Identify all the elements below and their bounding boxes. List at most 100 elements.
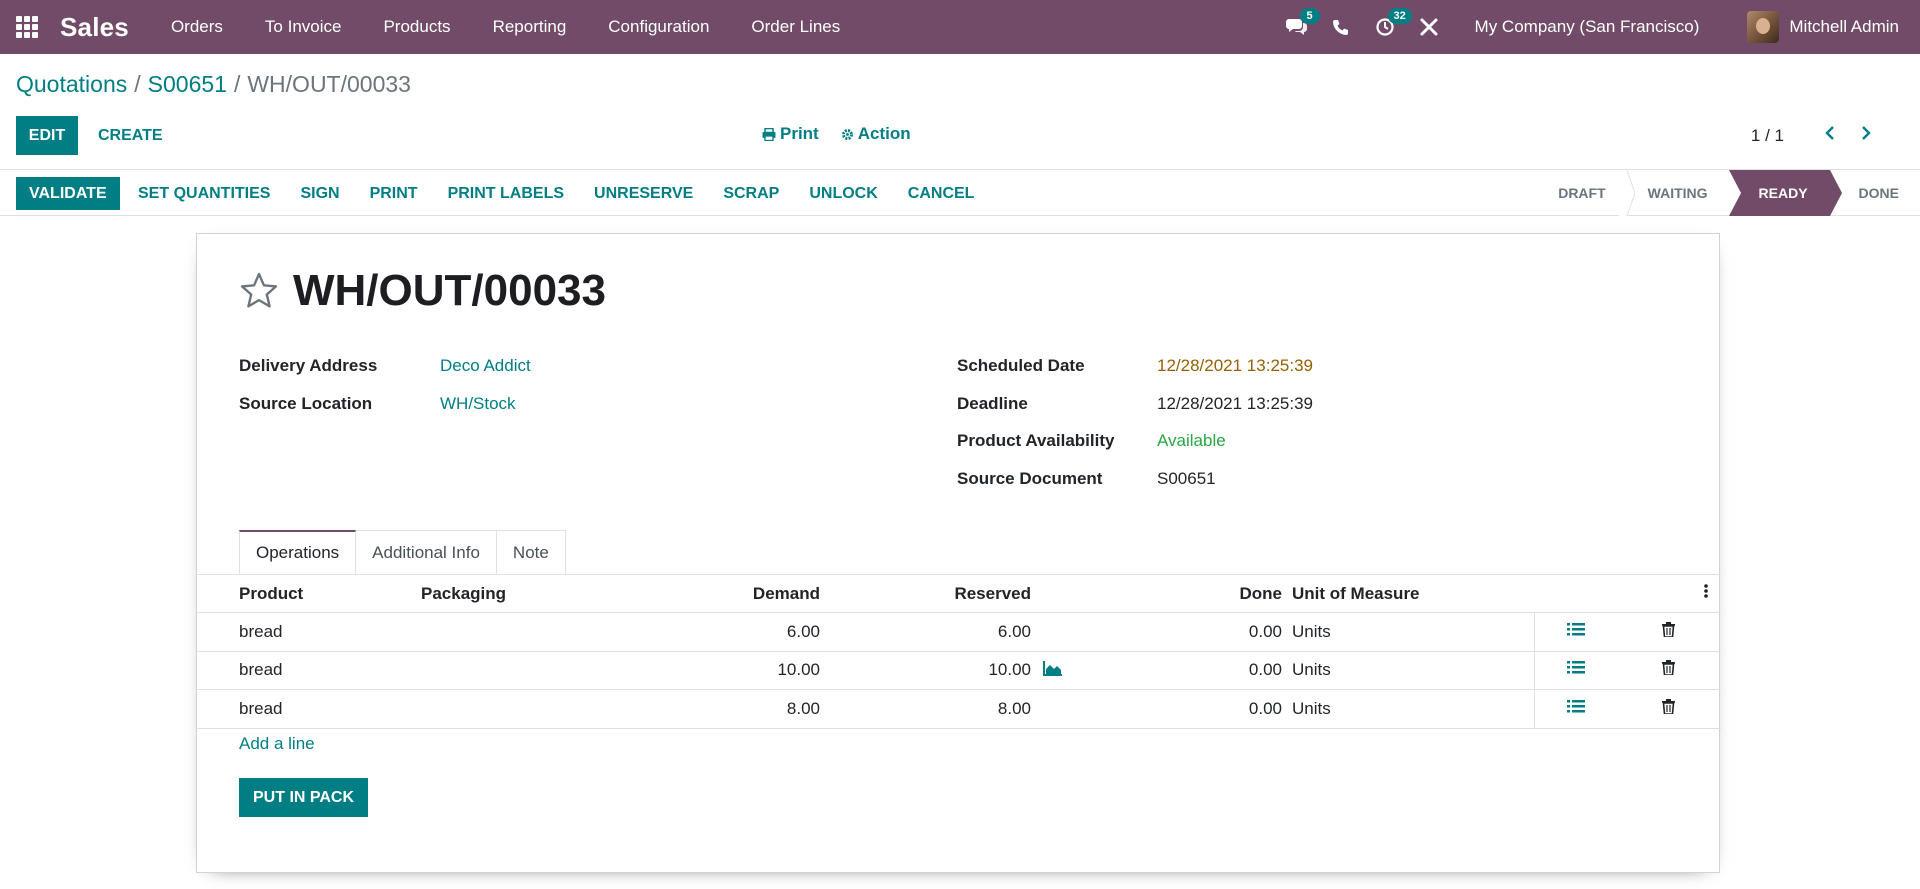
delivery-address-row: Delivery Address Deco Addict	[239, 356, 531, 394]
breadcrumb-separator: /	[233, 71, 241, 97]
stage-waiting[interactable]: Waiting	[1627, 170, 1729, 216]
row-reserved: 6.00	[997, 621, 1031, 641]
add-line-link[interactable]: Add a line	[239, 734, 315, 754]
pager-next-icon[interactable]	[1848, 124, 1884, 147]
optional-columns-icon[interactable]	[1704, 583, 1708, 604]
notebook-tabs: Operations Additional Info Note	[239, 530, 566, 574]
activity-clock-icon[interactable]: 32	[1363, 0, 1412, 54]
right-fields: Scheduled Date 12/28/2021 13:25:39 Deadl…	[957, 356, 1313, 506]
breadcrumb-current: WH/OUT/00033	[247, 71, 411, 97]
edit-button[interactable]: Edit	[16, 116, 78, 155]
phone-icon[interactable]	[1319, 0, 1363, 54]
delete-row-icon[interactable]	[1662, 621, 1675, 642]
row-reserved: 10.00	[988, 660, 1031, 680]
sign-button[interactable]: Sign	[300, 185, 339, 203]
print-button[interactable]: Print	[370, 185, 418, 203]
delivery-address-link[interactable]: Deco Addict	[440, 356, 531, 376]
delete-row-icon[interactable]	[1662, 698, 1675, 719]
form-sheet: WH/OUT/00033 Delivery Address Deco Addic…	[196, 233, 1721, 873]
tab-note[interactable]: Note	[495, 530, 566, 574]
col-demand[interactable]: Demand	[737, 584, 820, 604]
delete-row-icon[interactable]	[1662, 660, 1675, 680]
forecast-chart-icon[interactable]	[1043, 660, 1063, 681]
apps-menu-icon[interactable]	[0, 0, 54, 54]
product-availability-label: Product Availability	[957, 431, 1115, 450]
set-quantities-button[interactable]: Set Quantities	[138, 185, 270, 203]
stage-draft-label: Draft	[1558, 185, 1606, 201]
unlock-button[interactable]: Unlock	[809, 185, 877, 203]
column-divider	[1534, 690, 1535, 728]
table-row[interactable]: bread 8.00 8.00 0.00 Units	[197, 690, 1721, 729]
breadcrumb-sale-order[interactable]: S00651	[148, 71, 227, 98]
stage-pipeline: Draft Waiting Ready Done	[1537, 170, 1920, 216]
row-done: 0.00	[1248, 621, 1282, 641]
action-menu[interactable]: Action	[841, 124, 911, 144]
cancel-button[interactable]: Cancel	[908, 185, 975, 203]
scrap-button[interactable]: Scrap	[723, 185, 779, 203]
user-menu[interactable]: Mitchell Admin	[1747, 11, 1899, 43]
form-statusbar: Validate Set Quantities Sign Print Print…	[0, 170, 1920, 216]
stage-ready-label: Ready	[1758, 185, 1808, 201]
detailed-operations-icon[interactable]	[1567, 660, 1585, 680]
header-buttons: Set Quantities Sign Print Print Labels U…	[138, 177, 1004, 210]
stage-draft[interactable]: Draft	[1537, 170, 1635, 216]
row-product: bread	[239, 621, 283, 641]
source-location-link[interactable]: WH/Stock	[440, 394, 516, 414]
print-labels-button[interactable]: Print Labels	[448, 185, 564, 203]
menu-configuration[interactable]: Configuration	[608, 17, 709, 37]
scheduled-date-value: 12/28/2021 13:25:39	[1157, 356, 1313, 375]
company-switcher[interactable]: My Company (San Francisco)	[1475, 17, 1700, 37]
source-location-label: Source Location	[239, 393, 373, 413]
record-title: WH/OUT/00033	[293, 266, 606, 315]
row-demand: 8.00	[786, 698, 820, 718]
row-done: 0.00	[1248, 698, 1282, 718]
source-document-value: S00651	[1157, 468, 1216, 488]
col-product[interactable]: Product	[239, 584, 303, 604]
menu-products[interactable]: Products	[383, 17, 450, 37]
messages-icon[interactable]: 5	[1275, 0, 1320, 54]
app-name[interactable]: Sales	[60, 12, 129, 43]
stage-waiting-label: Waiting	[1647, 185, 1708, 201]
unreserve-button[interactable]: Unreserve	[594, 185, 693, 203]
tab-additional-info[interactable]: Additional Info	[355, 530, 497, 574]
detailed-operations-icon[interactable]	[1567, 699, 1585, 719]
create-button[interactable]: Create	[98, 116, 163, 155]
messages-badge: 5	[1299, 8, 1320, 24]
table-row[interactable]: bread 10.00 10.00 0.00 Units	[197, 651, 1721, 690]
menu-orders[interactable]: Orders	[171, 17, 223, 37]
source-document-label: Source Document	[957, 468, 1103, 488]
star-icon[interactable]	[239, 271, 279, 311]
detailed-operations-icon[interactable]	[1567, 622, 1585, 642]
printer-icon	[762, 127, 776, 141]
row-demand: 10.00	[777, 660, 820, 680]
put-in-pack-button[interactable]: Put in Pack	[239, 778, 369, 817]
product-availability-value: Available	[1157, 431, 1226, 450]
stage-done[interactable]: Done	[1830, 170, 1920, 216]
pager-previous-icon[interactable]	[1812, 124, 1848, 147]
menu-reporting[interactable]: Reporting	[493, 17, 567, 37]
action-menus: Print Action	[762, 124, 911, 144]
deadline-value: 12/28/2021 13:25:39	[1157, 393, 1313, 413]
row-uom: Units	[1292, 660, 1331, 680]
debug-tools-icon[interactable]	[1407, 0, 1451, 54]
breadcrumb: Quotations / S00651 / WH/OUT/00033	[16, 71, 411, 98]
breadcrumb-quotations[interactable]: Quotations	[16, 71, 127, 98]
col-reserved[interactable]: Reserved	[943, 584, 1031, 604]
user-name: Mitchell Admin	[1789, 17, 1899, 36]
table-row[interactable]: bread 6.00 6.00 0.00 Units	[197, 613, 1721, 652]
validate-button[interactable]: Validate	[16, 177, 120, 210]
tab-operations[interactable]: Operations	[239, 530, 357, 574]
menu-order-lines[interactable]: Order Lines	[751, 17, 840, 37]
stage-ready[interactable]: Ready	[1728, 170, 1842, 216]
action-menu-label: Action	[857, 124, 911, 143]
row-uom: Units	[1292, 698, 1331, 718]
col-packaging[interactable]: Packaging	[421, 584, 506, 604]
col-unit-of-measure[interactable]: Unit of Measure	[1292, 584, 1420, 604]
scheduled-date-label: Scheduled Date	[957, 356, 1085, 375]
menu-to-invoice[interactable]: To Invoice	[265, 17, 342, 37]
col-done[interactable]: Done	[1197, 584, 1283, 604]
pager-value[interactable]: 1 / 1	[1751, 126, 1784, 146]
row-reserved: 8.00	[997, 698, 1031, 718]
operations-table: Product Packaging Demand Reserved Done U…	[197, 575, 1721, 729]
print-menu[interactable]: Print	[762, 124, 819, 144]
